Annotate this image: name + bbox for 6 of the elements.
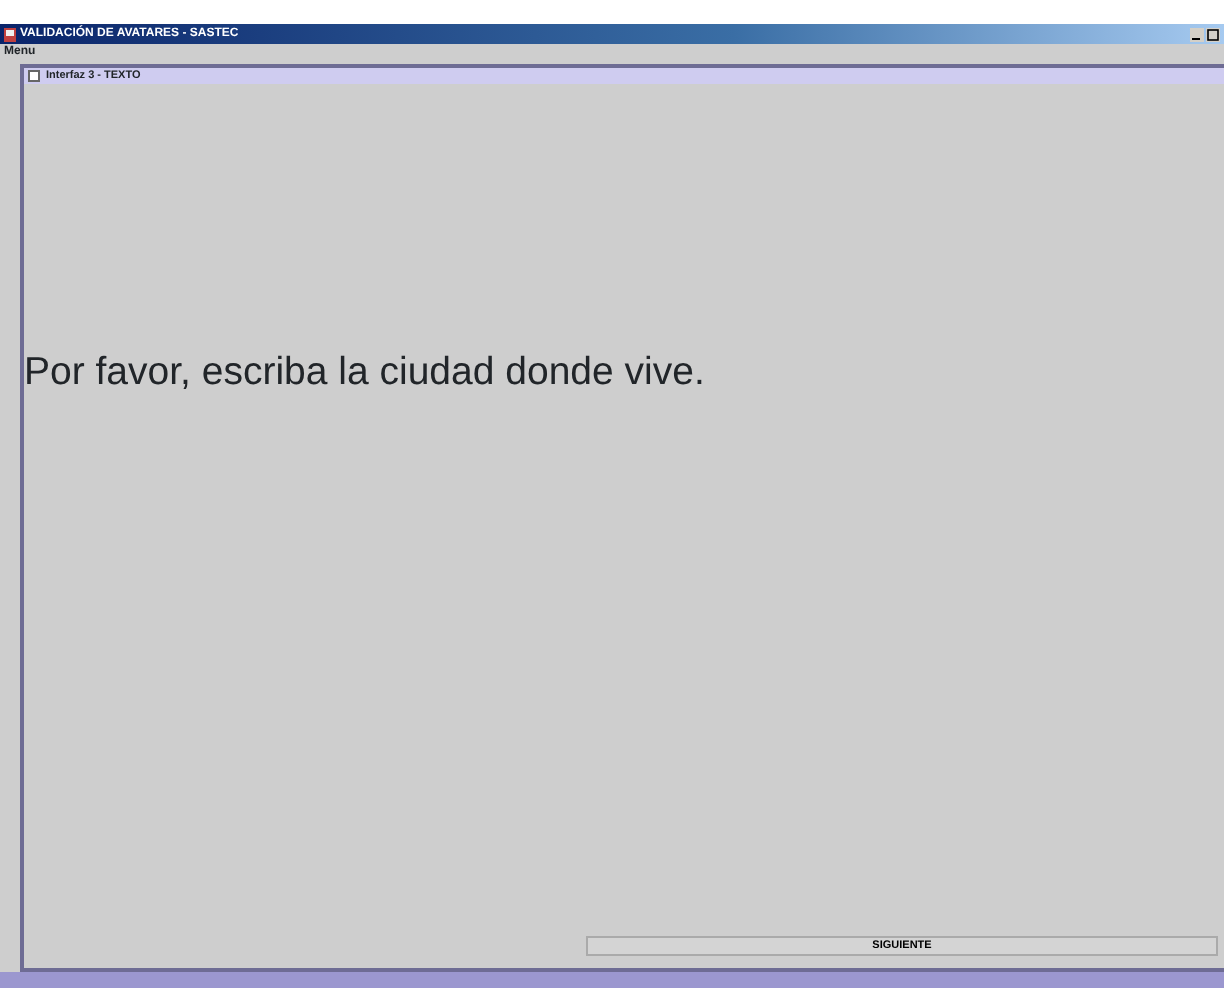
prompt-text: Por favor, escriba la ciudad donde vive. <box>24 348 707 396</box>
app-icon <box>4 27 16 41</box>
frame-icon <box>28 70 40 82</box>
maximize-button[interactable] <box>1206 27 1220 41</box>
minimize-button[interactable] <box>1190 27 1204 41</box>
maximize-icon <box>1206 27 1220 41</box>
